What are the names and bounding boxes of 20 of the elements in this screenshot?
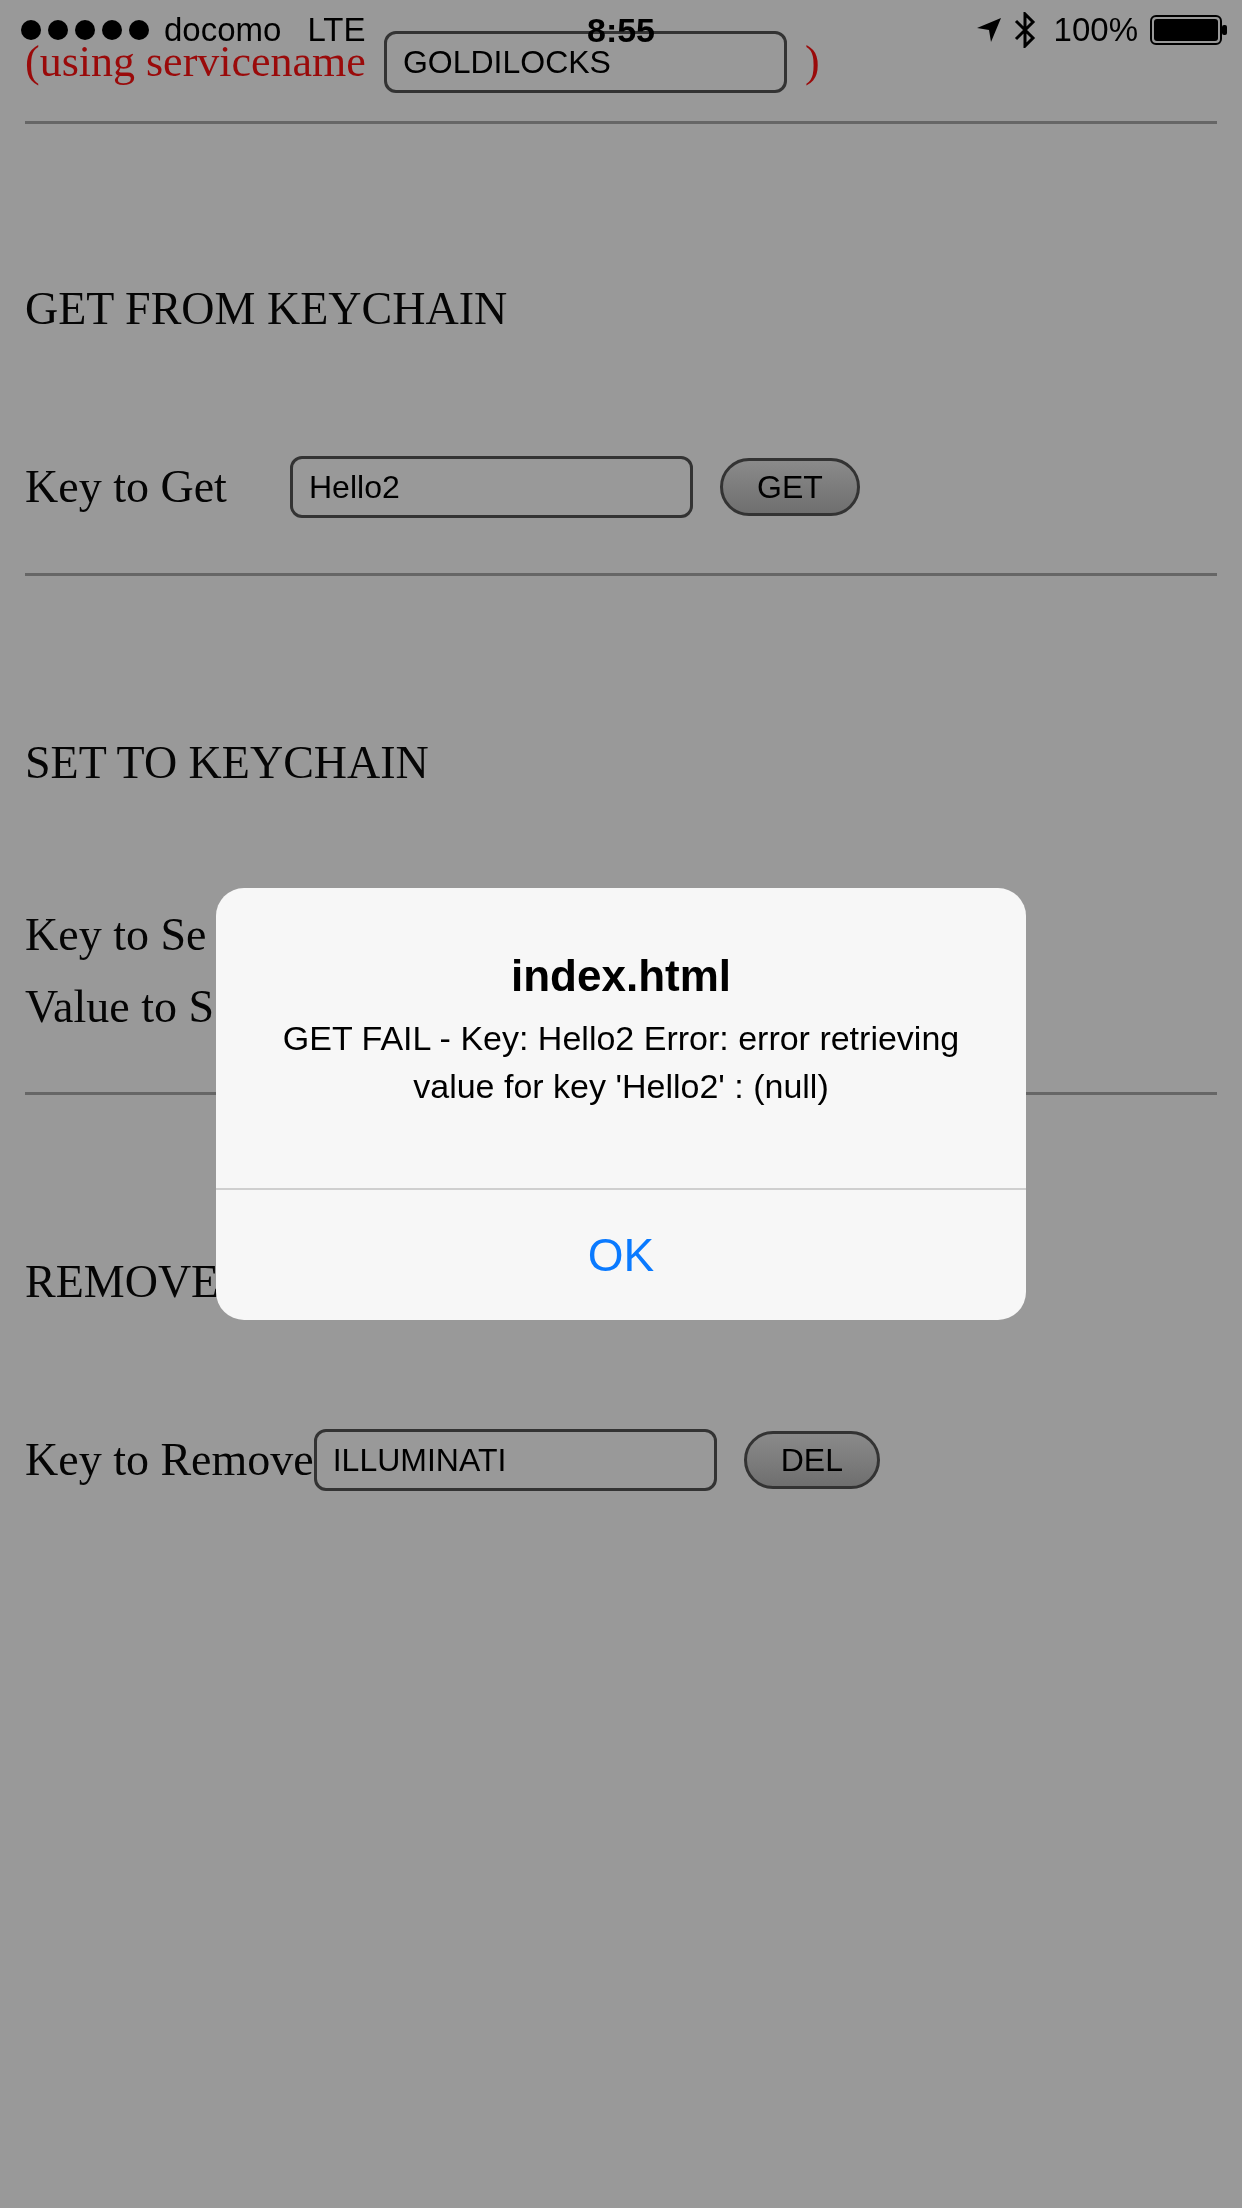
field-label: Key to Se <box>25 908 207 962</box>
field-label: Key to Remove <box>25 1433 314 1487</box>
section-heading: SET TO KEYCHAIN <box>25 736 429 790</box>
field-label: Value to S <box>25 980 215 1034</box>
action-button[interactable]: GET <box>720 458 860 516</box>
battery-percent: 100% <box>1053 11 1138 49</box>
location-arrow-icon <box>975 17 1002 43</box>
alert-message: GET FAIL - Key: Hello2 Error: error retrieving value for key 'Hello2' : (null) <box>281 1018 961 1107</box>
signal-icon <box>20 18 152 42</box>
bluetooth-icon <box>1013 12 1036 48</box>
closing-paren: ) <box>804 36 820 88</box>
key-field[interactable]: ILLUMINATI <box>313 1429 717 1491</box>
alert-title: index.html <box>511 950 731 1002</box>
battery-icon <box>1150 15 1228 45</box>
section-heading: GET FROM KEYCHAIN <box>25 282 508 336</box>
key-field[interactable]: Hello2 <box>290 456 693 518</box>
ok-button[interactable]: OK <box>216 1190 1026 1320</box>
field-label: Key to Get <box>25 460 228 514</box>
action-button[interactable]: DEL <box>743 1431 880 1489</box>
network-type: LTE <box>307 11 366 48</box>
